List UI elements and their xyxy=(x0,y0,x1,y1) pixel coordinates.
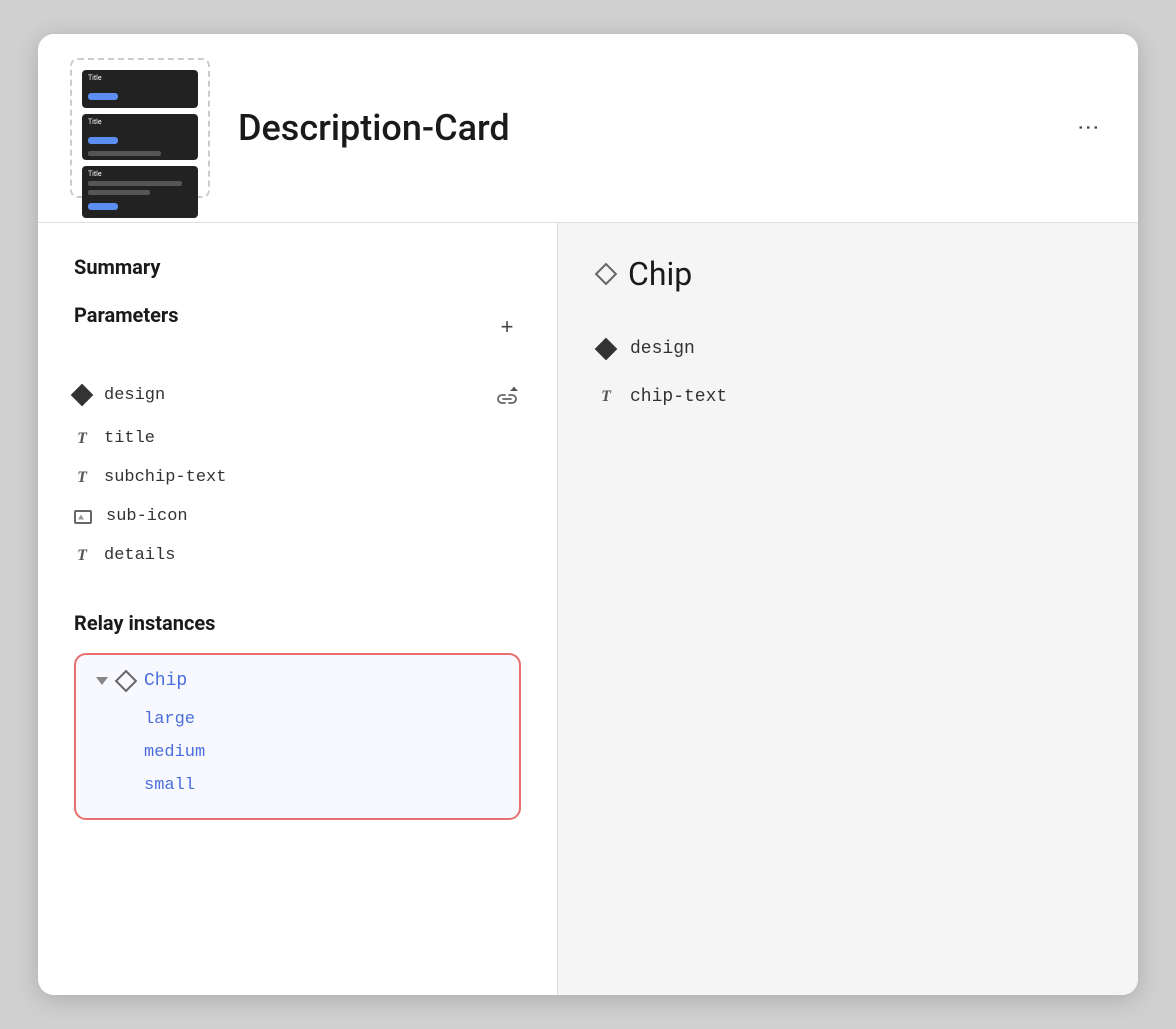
right-param-chip-text: T chip-text xyxy=(598,373,1098,421)
relay-chip-name[interactable]: Chip xyxy=(144,671,187,691)
relay-sub-medium[interactable]: medium xyxy=(144,736,499,769)
left-panel: Summary Parameters + design xyxy=(38,223,558,995)
right-diamond-filled-icon xyxy=(595,338,618,361)
thumb-row-2: Title xyxy=(82,114,198,160)
text-t-icon: T xyxy=(74,430,90,448)
thumbnail-preview: Title Title Title xyxy=(70,58,210,198)
right-text-t-icon: T xyxy=(598,388,614,406)
header: Title Title Title Description-Card ⋮ xyxy=(38,34,1138,223)
right-param-label-chip-text: chip-text xyxy=(630,387,727,407)
relay-sub-items: large medium small xyxy=(96,703,499,802)
param-label-title: title xyxy=(104,429,155,448)
param-label-sub-icon: sub-icon xyxy=(106,507,188,526)
more-options-button[interactable]: ⋮ xyxy=(1070,110,1106,146)
summary-label: Summary xyxy=(74,255,521,279)
link-button-design[interactable] xyxy=(493,381,521,409)
page-title: Description-Card xyxy=(238,107,1042,149)
parameters-list: design T title xyxy=(74,371,521,575)
param-subchip-text: T subchip-text xyxy=(74,458,521,497)
add-parameter-button[interactable]: + xyxy=(493,313,521,341)
param-label-design: design xyxy=(104,386,165,405)
param-title: T title xyxy=(74,419,521,458)
relay-chip-header: Chip xyxy=(96,671,499,691)
main-content: Summary Parameters + design xyxy=(38,223,1138,995)
text-t-icon-2: T xyxy=(74,469,90,487)
diamond-filled-icon xyxy=(71,384,94,407)
diamond-outline-icon xyxy=(115,670,138,693)
parameters-label: Parameters xyxy=(74,303,178,327)
parameters-header: Parameters + xyxy=(74,303,521,351)
thumb-row-3: Title xyxy=(82,166,198,218)
param-sub-icon: sub-icon xyxy=(74,497,521,536)
right-panel: Chip design T chip-text xyxy=(558,223,1138,995)
text-t-icon-3: T xyxy=(74,547,90,565)
param-design: design xyxy=(74,371,521,419)
relay-instances-label: Relay instances xyxy=(74,611,521,635)
right-diamond-outline-icon xyxy=(595,263,618,286)
chevron-down-icon[interactable] xyxy=(96,677,108,685)
param-label-subchip-text: subchip-text xyxy=(104,468,226,487)
param-label-details: details xyxy=(104,546,175,565)
right-param-label-design: design xyxy=(630,339,695,359)
relay-sub-large[interactable]: large xyxy=(144,703,499,736)
param-details: T details xyxy=(74,536,521,575)
thumb-row-1: Title xyxy=(82,70,198,108)
right-chip-title: Chip xyxy=(628,255,692,293)
relay-card: Chip large medium small xyxy=(74,653,521,820)
right-param-design: design xyxy=(598,325,1098,373)
main-card: Title Title Title Description-Card ⋮ Sum… xyxy=(38,34,1138,995)
right-param-list: design T chip-text xyxy=(598,325,1098,421)
relay-sub-small[interactable]: small xyxy=(144,769,499,802)
right-chip-header: Chip xyxy=(598,255,1098,293)
image-icon xyxy=(74,510,92,524)
